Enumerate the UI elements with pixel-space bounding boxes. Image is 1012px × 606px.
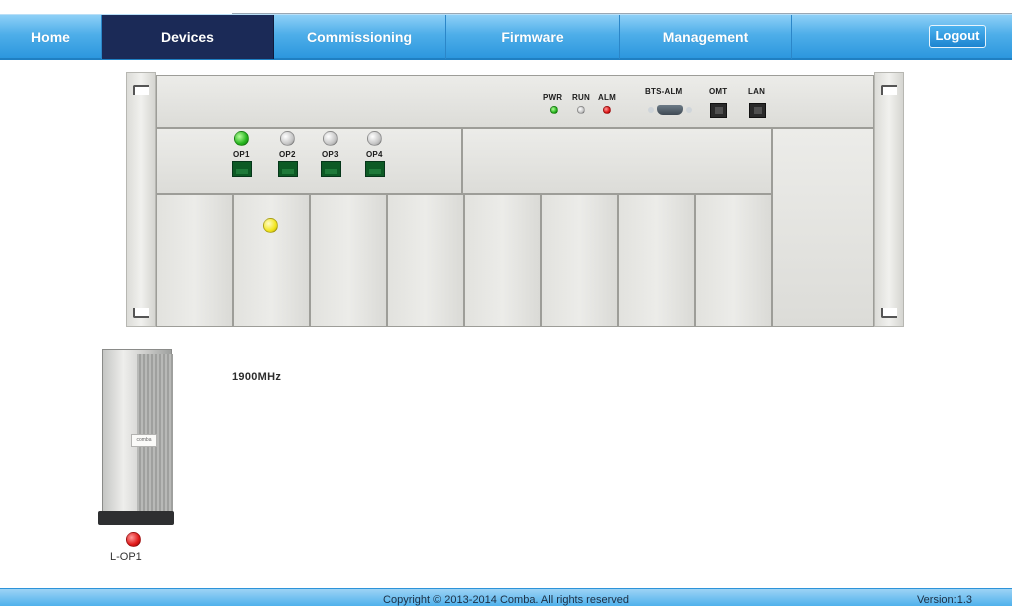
footer: Copyright © 2013-2014 Comba. All rights … [0, 588, 1012, 606]
slot-4[interactable] [387, 194, 464, 327]
alm-led-icon [603, 106, 611, 114]
rack-hook-icon [881, 308, 897, 318]
pwr-label: PWR [543, 93, 563, 102]
tab-firmware[interactable]: Firmware [446, 15, 620, 59]
run-led-icon [577, 106, 585, 114]
rack-ear-right [874, 72, 904, 327]
slot-8[interactable] [695, 194, 772, 327]
slot-2-1900mhz[interactable] [233, 194, 310, 327]
op4-port-icon[interactable] [365, 161, 385, 177]
serial-port-icon [648, 105, 692, 115]
rack-hook-icon [133, 308, 149, 318]
op1-port-icon[interactable] [232, 161, 252, 177]
tab-management[interactable]: Management [620, 15, 792, 59]
status-panel: PWR RUN ALM BTS-ALM OMT LAN [156, 75, 874, 128]
op3-port-icon[interactable] [321, 161, 341, 177]
slot-6[interactable] [541, 194, 618, 327]
slot-5[interactable] [464, 194, 541, 327]
logout-button[interactable]: Logout [929, 25, 986, 48]
tab-commissioning[interactable]: Commissioning [274, 15, 446, 59]
op2-label: OP2 [279, 150, 296, 159]
rack-hook-icon [133, 85, 149, 95]
slot-7[interactable] [618, 194, 695, 327]
remote-unit-led-icon [126, 532, 141, 547]
op3-label: OP3 [322, 150, 339, 159]
slot-3[interactable] [310, 194, 387, 327]
top-divider [232, 0, 1012, 14]
op4-label: OP4 [366, 150, 383, 159]
1900mhz-led-icon [263, 218, 278, 233]
slot-1[interactable] [156, 194, 233, 327]
empty-module-panel [462, 128, 772, 194]
remote-unit-base [98, 511, 174, 525]
slot-module-label: 1900MHz [232, 371, 282, 383]
run-label: RUN [572, 93, 590, 102]
op3-led-icon [323, 131, 338, 146]
op1-led-icon [234, 131, 249, 146]
optical-module-panel[interactable]: OP1 OP2 OP3 OP4 [156, 128, 462, 194]
main-navigation: Home Devices Commissioning Firmware Mana… [0, 14, 1012, 60]
rack-hook-icon [881, 85, 897, 95]
chassis-end-panel [772, 128, 874, 327]
rack-ear-left [126, 72, 156, 327]
op1-label: OP1 [233, 150, 250, 159]
bts-alm-label: BTS-ALM [645, 87, 683, 96]
master-unit-chassis[interactable]: PWR RUN ALM BTS-ALM OMT LAN OP1 OP2 OP3 … [126, 72, 904, 383]
remote-unit-device[interactable]: comba [96, 349, 176, 529]
omt-port-icon [710, 103, 727, 118]
lan-port-icon [749, 103, 766, 118]
lan-label: LAN [748, 87, 766, 96]
copyright-text: Copyright © 2013-2014 Comba. All rights … [383, 594, 629, 606]
op2-led-icon [280, 131, 295, 146]
version-text: Version:1.3 [916, 594, 972, 606]
omt-label: OMT [709, 87, 728, 96]
tab-home[interactable]: Home [0, 15, 102, 59]
remote-unit-label[interactable]: L-OP1 [110, 551, 142, 563]
remote-unit-body: comba [102, 349, 173, 525]
alm-label: ALM [598, 93, 616, 102]
pwr-led-icon [550, 106, 558, 114]
brand-badge: comba [131, 434, 157, 447]
op4-led-icon [367, 131, 382, 146]
tab-devices[interactable]: Devices [102, 15, 274, 59]
op2-port-icon[interactable] [278, 161, 298, 177]
